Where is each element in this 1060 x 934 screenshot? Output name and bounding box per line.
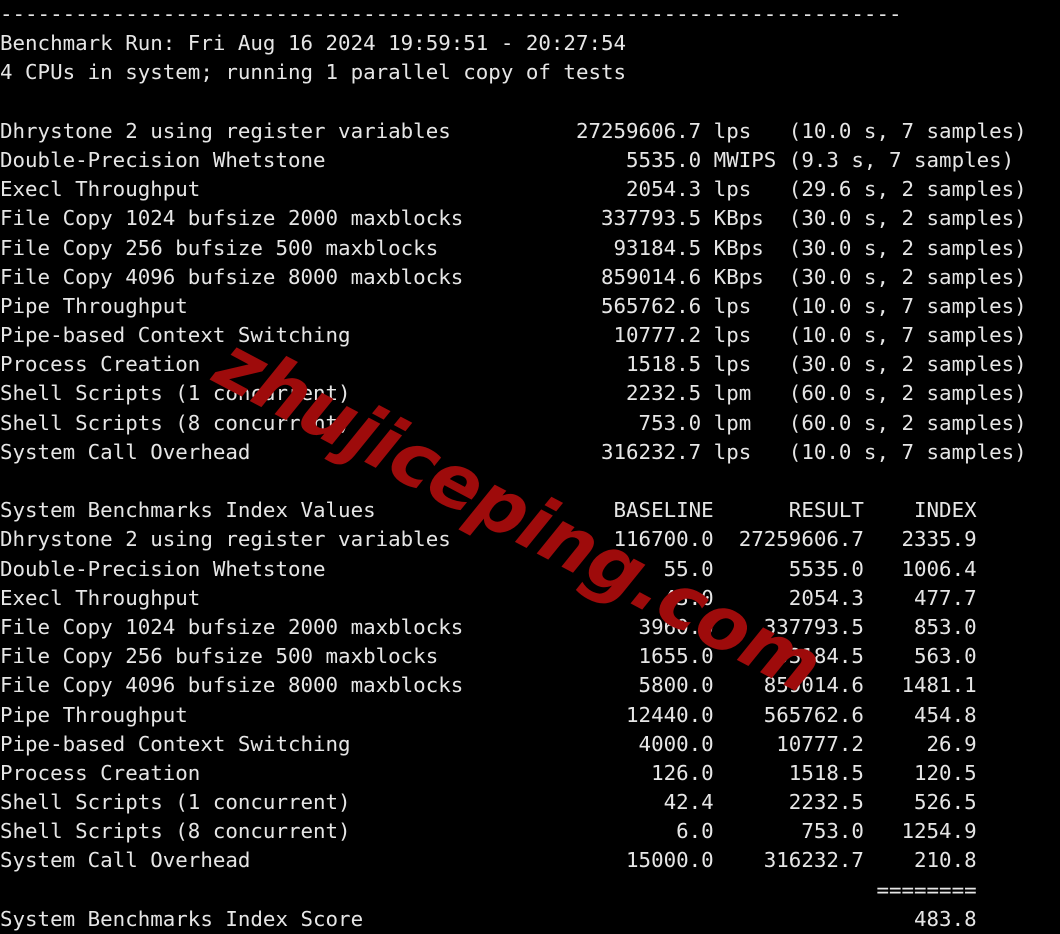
raw-result-row: File Copy 4096 bufsize 8000 maxblocks 85… [0, 264, 1027, 289]
raw-result-row: Execl Throughput 2054.3 lps (29.6 s, 2 s… [0, 177, 1027, 202]
raw-result-row: Shell Scripts (1 concurrent) 2232.5 lpm … [0, 381, 1027, 406]
raw-result-row: Pipe Throughput 565762.6 lps (10.0 s, 7 … [0, 293, 1027, 318]
raw-result-row: System Call Overhead 316232.7 lps (10.0 … [0, 439, 1027, 464]
score-separator-line: ======== [0, 877, 977, 902]
index-values-row: Execl Throughput 43.0 2054.3 477.7 [0, 585, 977, 610]
index-values-row: Shell Scripts (1 concurrent) 42.4 2232.5… [0, 790, 977, 815]
raw-result-row: Dhrystone 2 using register variables 272… [0, 118, 1027, 143]
separator-line: ----------------------------------------… [0, 2, 902, 26]
index-values-row: File Copy 256 bufsize 500 maxblocks 1655… [0, 644, 977, 669]
index-values-row: System Call Overhead 15000.0 316232.7 21… [0, 848, 977, 873]
benchmark-run-header: Benchmark Run: Fri Aug 16 2024 19:59:51 … [0, 31, 627, 56]
raw-result-row: Double-Precision Whetstone 5535.0 MWIPS … [0, 147, 1015, 172]
index-score-line: System Benchmarks Index Score 483.8 [0, 906, 977, 931]
raw-result-row: Pipe-based Context Switching 10777.2 lps… [0, 323, 1027, 348]
index-values-header: System Benchmarks Index Values BASELINE … [0, 498, 977, 523]
raw-result-row: Process Creation 1518.5 lps (30.0 s, 2 s… [0, 352, 1027, 377]
raw-result-row: Shell Scripts (8 concurrent) 753.0 lpm (… [0, 410, 1027, 435]
index-values-row: Pipe Throughput 12440.0 565762.6 454.8 [0, 702, 977, 727]
raw-result-row: File Copy 1024 bufsize 2000 maxblocks 33… [0, 206, 1027, 231]
raw-result-row: File Copy 256 bufsize 500 maxblocks 9318… [0, 235, 1027, 260]
index-values-row: Shell Scripts (8 concurrent) 6.0 753.0 1… [0, 819, 977, 844]
index-values-row: Pipe-based Context Switching 4000.0 1077… [0, 731, 977, 756]
index-values-row: File Copy 1024 bufsize 2000 maxblocks 39… [0, 614, 977, 639]
index-values-row: Process Creation 126.0 1518.5 120.5 [0, 760, 977, 785]
index-values-row: File Copy 4096 bufsize 8000 maxblocks 58… [0, 673, 977, 698]
terminal-output: ----------------------------------------… [0, 0, 1060, 932]
index-values-row: Dhrystone 2 using register variables 116… [0, 527, 977, 552]
cpu-info-line: 4 CPUs in system; running 1 parallel cop… [0, 60, 627, 85]
index-values-row: Double-Precision Whetstone 55.0 5535.0 1… [0, 556, 977, 581]
